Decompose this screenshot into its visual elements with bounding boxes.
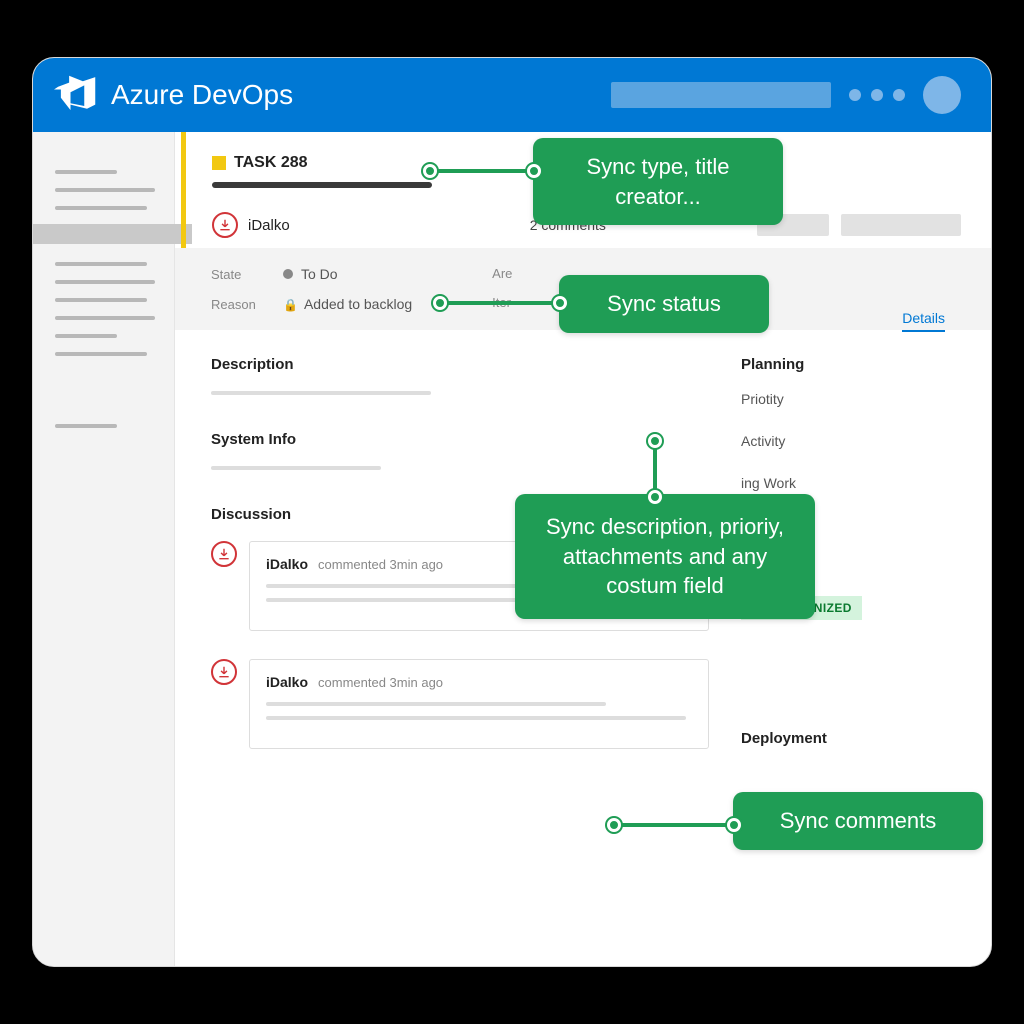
comment-card[interactable]: iDalko commented 3min ago — [249, 659, 709, 749]
app-title: Azure DevOps — [111, 79, 293, 111]
section-system-info: System Info — [211, 431, 711, 448]
sidebar-item[interactable] — [55, 334, 117, 338]
callout-type-title: Sync type, title creator... — [533, 138, 783, 225]
lock-icon: 🔒 — [283, 298, 298, 312]
callout-anchor-dot — [433, 296, 447, 310]
status-dot-icon — [283, 269, 293, 279]
task-id: TASK 288 — [234, 154, 308, 172]
comment-author: iDalko — [266, 556, 308, 572]
work-item-detail: TASK 288 iDalko 2 comments — [175, 132, 991, 966]
action-button[interactable] — [841, 214, 961, 236]
system-info-content — [211, 466, 381, 470]
app-header: Azure DevOps — [33, 58, 991, 132]
planning-item[interactable]: ing Work — [741, 475, 961, 491]
reason-label: Reason — [211, 297, 267, 312]
callout-comments: Sync comments — [733, 792, 983, 850]
callout-status: Sync status — [559, 275, 769, 333]
planning-heading: Planning — [741, 356, 961, 373]
sidebar-item[interactable] — [55, 424, 117, 428]
callout-anchor-dot — [607, 818, 621, 832]
sidebar-item[interactable] — [55, 352, 147, 356]
task-type-icon — [212, 156, 226, 170]
planning-item[interactable]: Priotity — [741, 391, 961, 407]
comment-meta: commented 3min ago — [318, 675, 443, 690]
comment-meta: commented 3min ago — [318, 557, 443, 572]
creator-avatar-icon — [212, 212, 238, 238]
deployment-heading: Deployment — [741, 730, 961, 747]
azure-devops-icon — [53, 72, 99, 118]
callout-connector — [653, 444, 657, 492]
search-input[interactable] — [611, 82, 831, 108]
planning-item[interactable]: Activity — [741, 433, 961, 449]
callout-anchor-dot — [527, 164, 541, 178]
app-window: Azure DevOps — [32, 57, 992, 967]
callout-connector — [435, 169, 529, 173]
header-right — [611, 76, 961, 114]
reason-value[interactable]: 🔒Added to backlog — [283, 296, 412, 312]
app-body: TASK 288 iDalko 2 comments — [33, 132, 991, 966]
sidebar-item[interactable] — [55, 170, 117, 174]
sidebar — [33, 132, 175, 966]
header-more-icon[interactable] — [849, 89, 905, 101]
comment-text-line — [266, 716, 686, 720]
section-description: Description — [211, 356, 711, 373]
tab-details[interactable]: Details — [902, 310, 945, 332]
callout-anchor-dot — [423, 164, 437, 178]
comment-avatar-icon — [211, 541, 237, 567]
sidebar-item[interactable] — [55, 316, 155, 320]
sidebar-item[interactable] — [55, 188, 155, 192]
comment-item: iDalko commented 3min ago — [211, 659, 711, 749]
area-label: Are — [492, 266, 548, 281]
avatar[interactable] — [923, 76, 961, 114]
state-label: State — [211, 267, 267, 282]
sidebar-item-selected[interactable] — [32, 224, 192, 244]
callout-connector — [445, 301, 555, 305]
sidebar-item[interactable] — [55, 280, 155, 284]
callout-anchor-dot — [727, 818, 741, 832]
callout-anchor-dot — [648, 490, 662, 504]
comment-avatar-icon — [211, 659, 237, 685]
task-title-input[interactable] — [212, 182, 432, 188]
callout-anchor-dot — [648, 434, 662, 448]
callout-connector — [619, 823, 729, 827]
callout-description: Sync description, prioriy, attachments a… — [515, 494, 815, 619]
sidebar-item[interactable] — [55, 298, 147, 302]
sidebar-item[interactable] — [55, 262, 147, 266]
brand: Azure DevOps — [53, 72, 293, 118]
description-content[interactable] — [211, 391, 431, 395]
creator-name: iDalko — [248, 217, 290, 234]
comment-author: iDalko — [266, 674, 308, 690]
callout-anchor-dot — [553, 296, 567, 310]
comment-text-line — [266, 702, 606, 706]
state-value[interactable]: To Do — [283, 266, 338, 282]
sidebar-item[interactable] — [55, 206, 147, 210]
